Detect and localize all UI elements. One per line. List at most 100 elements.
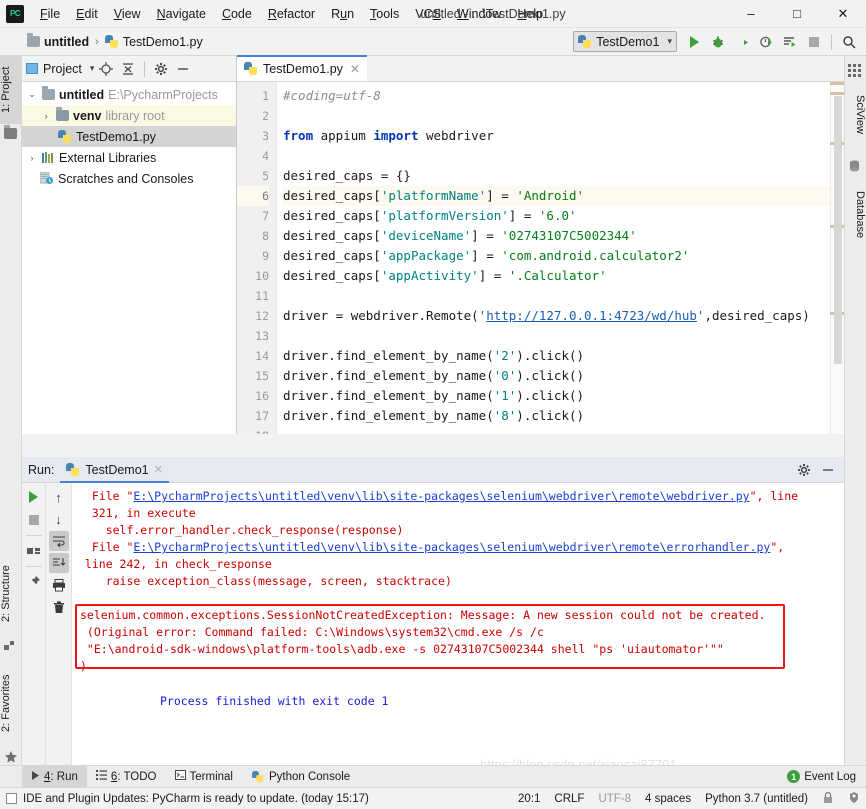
chevron-right-icon[interactable]: › — [26, 153, 38, 163]
menu-edit[interactable]: Edit — [68, 3, 106, 25]
code-line[interactable]: driver.find_element_by_name('2').click() — [283, 346, 844, 366]
locate-icon[interactable] — [96, 59, 116, 79]
collapse-all-icon[interactable] — [118, 59, 138, 79]
bottom-tab-run[interactable]: 4: Run — [22, 765, 87, 788]
maximize-button[interactable]: □ — [774, 0, 820, 28]
close-icon[interactable]: ✕ — [154, 463, 163, 476]
code-line[interactable]: driver.find_element_by_name('0').click() — [283, 366, 844, 386]
chevron-down-icon[interactable]: ▾ — [90, 63, 95, 74]
chevron-right-icon[interactable]: › — [40, 111, 52, 121]
tree-node-venv[interactable]: › venv library root — [22, 105, 236, 126]
code-line[interactable]: desired_caps['platformVersion'] = '6.0' — [283, 206, 844, 226]
editor-scrollbar[interactable] — [830, 82, 844, 434]
sidebar-tab-database[interactable]: Database — [844, 179, 866, 251]
todo-list-icon — [95, 770, 107, 783]
code-line[interactable]: desired_caps = {} — [283, 166, 844, 186]
debug-button[interactable] — [707, 31, 729, 53]
status-message-area[interactable]: IDE and Plugin Updates: PyCharm is ready… — [6, 793, 369, 805]
scroll-to-end-button[interactable] — [48, 553, 69, 573]
code-line[interactable] — [283, 106, 844, 126]
caret-position[interactable]: 20:1 — [518, 793, 540, 805]
editor-tab-bar: TestDemo1.py ✕ — [237, 55, 844, 82]
python-interpreter[interactable]: Python 3.7 (untitled) — [705, 793, 808, 805]
menu-refactor[interactable]: Refactor — [260, 3, 323, 25]
file-link[interactable]: E:\PycharmProjects\untitled\venv\lib\sit… — [133, 540, 770, 554]
event-log-button[interactable]: 1 Event Log — [787, 770, 866, 783]
code-line[interactable] — [283, 426, 844, 434]
file-encoding[interactable]: UTF-8 — [598, 793, 631, 805]
menu-view[interactable]: View — [106, 3, 149, 25]
stop-button[interactable] — [24, 510, 44, 530]
code-line[interactable]: driver.find_element_by_name('1').click() — [283, 386, 844, 406]
code-line[interactable] — [283, 146, 844, 166]
code-line[interactable]: desired_caps['platformName'] = 'Android' — [283, 186, 844, 206]
bottom-tab-python-console[interactable]: Python Console — [242, 766, 359, 788]
menu-vcs[interactable]: VCS — [407, 3, 449, 25]
code-line[interactable]: driver = webdriver.Remote('http://127.0.… — [283, 306, 844, 326]
print-button[interactable] — [49, 575, 69, 595]
close-button[interactable]: ✕ — [820, 0, 866, 28]
breadcrumb-project[interactable]: untitled — [22, 33, 94, 51]
scrollbar-thumb[interactable] — [834, 96, 842, 364]
tree-node-external-libraries[interactable]: › External Libraries — [22, 147, 236, 168]
menu-file[interactable]: File — [32, 3, 68, 25]
chevron-down-icon[interactable]: ⌄ — [26, 89, 38, 100]
show-running-list-button[interactable] — [24, 541, 44, 561]
code-line[interactable]: #coding=utf-8 — [283, 86, 844, 106]
indent-setting[interactable]: 4 spaces — [645, 793, 691, 805]
inspector-icon[interactable] — [848, 791, 860, 807]
hide-panel-icon[interactable] — [173, 59, 193, 79]
run-tab-testdemo1[interactable]: TestDemo1 ✕ — [60, 457, 169, 483]
rerun-button[interactable] — [24, 487, 44, 507]
editor-tab-testdemo1[interactable]: TestDemo1.py ✕ — [237, 55, 367, 81]
run-configuration-selector[interactable]: TestDemo1 ▾ — [573, 31, 677, 52]
close-icon[interactable]: ✕ — [350, 62, 360, 76]
sidebar-tab-structure[interactable]: 2: Structure — [0, 552, 22, 636]
breadcrumb-file[interactable]: TestDemo1.py — [100, 33, 208, 51]
run-with-parameters-button[interactable] — [779, 31, 801, 53]
code-line[interactable] — [283, 326, 844, 346]
code-line[interactable]: from appium import webdriver — [283, 126, 844, 146]
code-text[interactable]: #coding=utf-8 from appium import webdriv… — [277, 82, 844, 434]
python-icon — [66, 462, 80, 477]
run-coverage-button[interactable] — [731, 31, 753, 53]
down-stack-button[interactable]: ↓ — [49, 509, 69, 529]
code-line[interactable]: driver.find_element_by_name('8').click() — [283, 406, 844, 426]
code-line[interactable] — [283, 286, 844, 306]
lock-icon[interactable] — [822, 791, 834, 807]
run-button[interactable] — [683, 31, 705, 53]
stop-button[interactable] — [803, 31, 825, 53]
tree-node-testdemo1[interactable]: TestDemo1.py — [22, 126, 236, 147]
menu-navigate[interactable]: Navigate — [149, 3, 214, 25]
code-line[interactable]: desired_caps['appActivity'] = '.Calculat… — [283, 266, 844, 286]
clear-all-button[interactable] — [49, 597, 69, 617]
up-stack-button[interactable]: ↑ — [49, 487, 69, 507]
bottom-tab-terminal[interactable]: Terminal — [166, 766, 242, 788]
profile-button[interactable] — [755, 31, 777, 53]
settings-gear-icon[interactable] — [151, 59, 171, 79]
bottom-tab-todo[interactable]: 6: TODO — [87, 766, 166, 788]
tree-node-untitled[interactable]: ⌄ untitled E:\PycharmProjects — [22, 84, 236, 105]
file-link[interactable]: E:\PycharmProjects\untitled\venv\lib\sit… — [133, 489, 749, 503]
code-line[interactable]: desired_caps['deviceName'] = '02743107C5… — [283, 226, 844, 246]
run-console-output[interactable]: File "E:\PycharmProjects\untitled\venv\l… — [72, 483, 844, 765]
database-icon — [848, 160, 862, 174]
sidebar-tab-project[interactable]: 1: Project — [0, 56, 22, 124]
sidebar-tab-favorites[interactable]: 2: Favorites — [0, 660, 22, 746]
menu-tools[interactable]: Tools — [362, 3, 407, 25]
settings-gear-icon[interactable] — [794, 460, 814, 480]
hide-panel-icon[interactable] — [818, 460, 838, 480]
pin-tab-button[interactable] — [24, 572, 44, 592]
tree-node-scratches[interactable]: Scratches and Consoles — [22, 168, 236, 189]
run-triangle-icon — [31, 770, 40, 783]
soft-wrap-button[interactable] — [48, 531, 69, 551]
menu-code[interactable]: Code — [214, 3, 260, 25]
sidebar-tab-sciview[interactable]: SciView — [844, 84, 866, 144]
menu-window[interactable]: Window — [449, 3, 509, 25]
minimize-button[interactable]: – — [728, 0, 774, 28]
line-separator[interactable]: CRLF — [554, 793, 584, 805]
search-button[interactable] — [838, 31, 860, 53]
menu-run[interactable]: Run — [323, 3, 362, 25]
menu-help[interactable]: Help — [509, 3, 551, 25]
code-line[interactable]: desired_caps['appPackage'] = 'com.androi… — [283, 246, 844, 266]
